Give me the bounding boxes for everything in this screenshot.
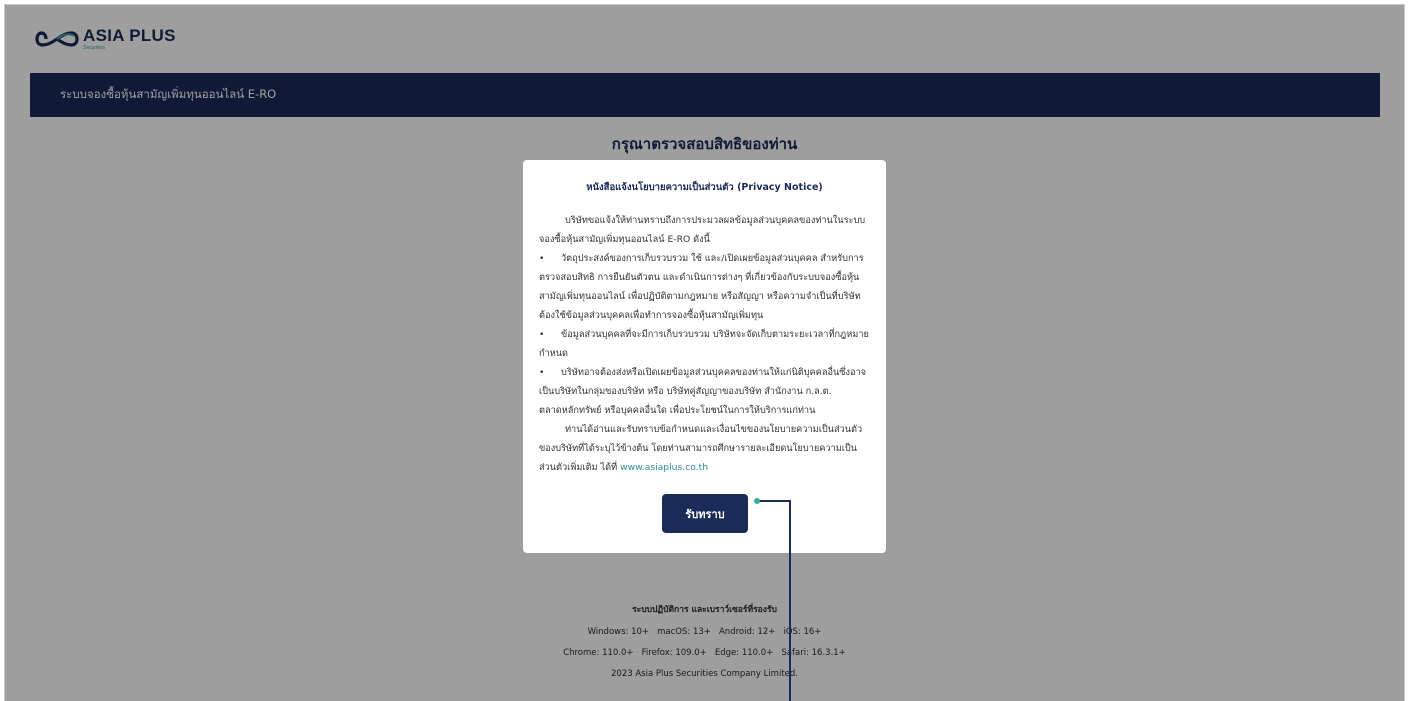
dialog-title: หนังสือแจ้งนโยบายความเป็นส่วนตัว (Privac… bbox=[586, 182, 823, 193]
bullet-icon: • bbox=[539, 367, 545, 378]
bullet-item: • วัตถุประสงค์ของการเก็บรวบรวม ใช้ และ/เป… bbox=[539, 249, 870, 325]
bullet-text: ข้อมูลส่วนบุคคลที่จะมีการเก็บรวบรวม บริษ… bbox=[539, 329, 869, 359]
acknowledge-button[interactable]: รับทราบ bbox=[662, 494, 748, 533]
bullet-item: • ข้อมูลส่วนบุคคลที่จะมีการเก็บรวบรวม บริ… bbox=[539, 325, 870, 363]
browser-viewport: ASIA PLUS Securities ระบบจองซื้อหุ้นสามั… bbox=[4, 4, 1405, 701]
bullet-icon: • bbox=[539, 253, 545, 264]
bullet-text: บริษัทอาจต้องส่งหรือเปิดเผยข้อมูลส่วนบุค… bbox=[539, 367, 867, 416]
bullet-text: วัตถุประสงค์ของการเก็บรวบรวม ใช้ และ/เปิ… bbox=[539, 253, 864, 321]
dialog-body: บริษัทขอแจ้งให้ท่านทราบถึงการประมวลผลข้อ… bbox=[539, 211, 870, 477]
privacy-policy-link[interactable]: www.asiaplus.co.th bbox=[620, 462, 708, 473]
bullet-icon: • bbox=[539, 329, 545, 340]
closing-paragraph: ท่านได้อ่านและรับทราบข้อกำหนดและเงื่อนไข… bbox=[539, 420, 870, 477]
intro-paragraph: บริษัทขอแจ้งให้ท่านทราบถึงการประมวลผลข้อ… bbox=[539, 215, 866, 245]
privacy-notice-dialog: หนังสือแจ้งนโยบายความเป็นส่วนตัว (Privac… bbox=[523, 160, 886, 553]
bullet-item: • บริษัทอาจต้องส่งหรือเปิดเผยข้อมูลส่วนบุ… bbox=[539, 363, 870, 420]
